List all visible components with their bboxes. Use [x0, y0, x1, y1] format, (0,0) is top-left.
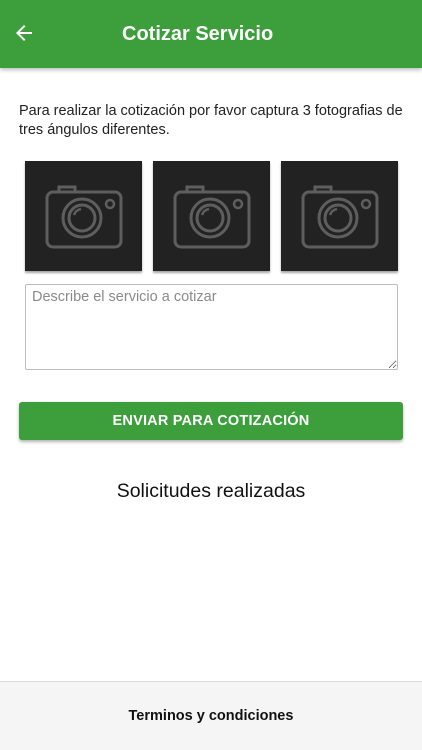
- arrow-left-icon: [16, 25, 32, 41]
- app-bar: Cotizar Servicio: [0, 0, 422, 68]
- camera-icon: [45, 185, 122, 249]
- photo-slot-1[interactable]: [25, 161, 142, 271]
- back-button[interactable]: [10, 19, 38, 47]
- photo-slot-3[interactable]: [281, 161, 398, 271]
- camera-icon: [173, 185, 250, 249]
- service-description-field[interactable]: [25, 284, 398, 370]
- photo-slots: [25, 161, 398, 273]
- instructions-text: Para realizar la cotización por favor ca…: [19, 103, 403, 138]
- camera-icon: [301, 185, 378, 249]
- send-for-quote-button[interactable]: ENVIAR PARA COTIZACIÓN: [19, 402, 403, 440]
- photo-slot-2[interactable]: [153, 161, 270, 271]
- page-title: Cotizar Servicio: [122, 23, 274, 45]
- footer: Terminos y condiciones: [0, 681, 422, 750]
- terms-link[interactable]: Terminos y condiciones: [0, 708, 422, 724]
- quote-service-screen: Cotizar Servicio Para realizar la cotiza…: [0, 0, 422, 750]
- requests-section-title: Solicitudes realizadas: [116, 480, 306, 502]
